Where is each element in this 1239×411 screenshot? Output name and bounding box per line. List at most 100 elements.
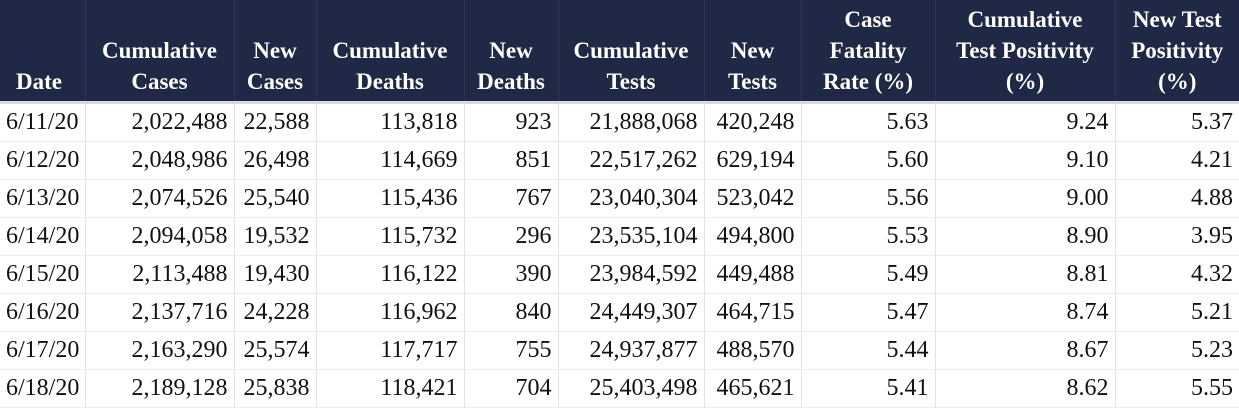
column-header-new-cases: New Cases bbox=[234, 0, 317, 101]
cell-date: 6/11/20 bbox=[0, 104, 86, 142]
cell-new-cases: 25,574 bbox=[234, 331, 317, 370]
cell-new-deaths: 704 bbox=[464, 369, 559, 408]
cell-cumulative-tests: 24,937,877 bbox=[558, 331, 705, 370]
cell-case-fatality-rate: 5.60 bbox=[801, 141, 936, 180]
cell-new-tests: 523,042 bbox=[704, 179, 802, 218]
header-row: Date Cumulative Cases New Cases Cumulative Dea… bbox=[0, 0, 1239, 101]
column-header-line: Cumulative bbox=[102, 38, 217, 63]
cell-cumulative-deaths: 113,818 bbox=[316, 104, 465, 142]
cell-cumulative-deaths: 117,717 bbox=[316, 331, 465, 370]
cell-cumulative-tests: 24,449,307 bbox=[558, 293, 705, 332]
cell-date: 6/12/20 bbox=[0, 141, 86, 180]
column-header-line: Date bbox=[16, 69, 62, 94]
column-header-cumulative-tests: Cumulative Tests bbox=[558, 0, 705, 101]
cell-cumulative-tests: 23,535,104 bbox=[558, 217, 705, 256]
table-row: 6/16/20 2,137,716 24,228 116,962 840 24,449,3… bbox=[0, 293, 1239, 332]
cell-new-deaths: 923 bbox=[464, 104, 559, 142]
column-header-cumulative-test-positivity: Cumulative Test Positivity (%) bbox=[935, 0, 1116, 101]
cell-date: 6/17/20 bbox=[0, 331, 86, 370]
column-header-line: Tests bbox=[728, 69, 777, 94]
column-header-new-deaths: New Deaths bbox=[464, 0, 559, 101]
cell-cumulative-test-positivity: 8.90 bbox=[935, 217, 1116, 256]
cell-cumulative-tests: 21,888,068 bbox=[558, 104, 705, 142]
column-header-line: Cases bbox=[246, 69, 304, 94]
cell-new-test-positivity: 5.37 bbox=[1115, 104, 1239, 142]
cell-date: 6/14/20 bbox=[0, 217, 86, 256]
column-header-line: Cases bbox=[131, 69, 188, 94]
cell-cumulative-tests: 23,040,304 bbox=[558, 179, 705, 218]
column-header-line: New bbox=[253, 38, 297, 63]
column-header-line: Deaths bbox=[356, 69, 424, 94]
cell-cumulative-deaths: 114,669 bbox=[316, 141, 465, 180]
cell-cumulative-test-positivity: 9.10 bbox=[935, 141, 1116, 180]
column-header-line: Cumulative bbox=[332, 38, 448, 63]
cell-new-tests: 465,621 bbox=[704, 369, 802, 408]
cell-new-deaths: 390 bbox=[464, 255, 559, 294]
table-row: 6/18/20 2,189,128 25,838 118,421 704 25,403,4… bbox=[0, 369, 1239, 408]
cell-new-test-positivity: 5.21 bbox=[1115, 293, 1239, 332]
cell-new-test-positivity: 5.55 bbox=[1115, 369, 1239, 408]
cell-cumulative-deaths: 115,436 bbox=[316, 179, 465, 218]
cell-new-tests: 420,248 bbox=[704, 104, 802, 142]
column-header-line: Case bbox=[844, 7, 892, 32]
column-header-line: (%) bbox=[1005, 69, 1045, 94]
column-header-line: Cumulative bbox=[967, 7, 1083, 32]
cell-date: 6/15/20 bbox=[0, 255, 86, 294]
column-header-line: Rate (%) bbox=[822, 69, 914, 94]
cell-new-tests: 629,194 bbox=[704, 141, 802, 180]
column-header-case-fatality-rate: Case Fatality Rate (%) bbox=[801, 0, 936, 101]
cell-new-test-positivity: 4.21 bbox=[1115, 141, 1239, 180]
cell-cumulative-cases: 2,048,986 bbox=[85, 141, 235, 180]
column-header-cumulative-cases: Cumulative Cases bbox=[85, 0, 235, 101]
cell-new-deaths: 296 bbox=[464, 217, 559, 256]
cell-cumulative-deaths: 116,962 bbox=[316, 293, 465, 332]
cell-new-cases: 25,838 bbox=[234, 369, 317, 408]
cell-date: 6/18/20 bbox=[0, 369, 86, 408]
column-header-line: Deaths bbox=[477, 69, 545, 94]
column-header-new-test-positivity: New Test Positivity (%) bbox=[1115, 0, 1239, 101]
column-header-line: (%) bbox=[1158, 69, 1197, 94]
cell-cumulative-deaths: 115,732 bbox=[316, 217, 465, 256]
table-row: 6/13/20 2,074,526 25,540 115,436 767 23,040,3… bbox=[0, 179, 1239, 218]
cell-cumulative-cases: 2,113,488 bbox=[85, 255, 235, 294]
covid-stats-table: Date Cumulative Cases New Cases Cumulative Dea… bbox=[0, 0, 1239, 408]
cell-case-fatality-rate: 5.53 bbox=[801, 217, 936, 256]
column-header-line: Tests bbox=[606, 69, 656, 94]
cell-cumulative-test-positivity: 8.67 bbox=[935, 331, 1116, 370]
cell-new-cases: 19,430 bbox=[234, 255, 317, 294]
cell-cumulative-tests: 23,984,592 bbox=[558, 255, 705, 294]
cell-case-fatality-rate: 5.44 bbox=[801, 331, 936, 370]
cell-new-deaths: 851 bbox=[464, 141, 559, 180]
cell-cumulative-test-positivity: 9.00 bbox=[935, 179, 1116, 218]
table-row: 6/12/20 2,048,986 26,498 114,669 851 22,517,2… bbox=[0, 141, 1239, 180]
cell-cumulative-tests: 25,403,498 bbox=[558, 369, 705, 408]
cell-new-tests: 488,570 bbox=[704, 331, 802, 370]
cell-case-fatality-rate: 5.56 bbox=[801, 179, 936, 218]
cell-cumulative-cases: 2,189,128 bbox=[85, 369, 235, 408]
table-row: 6/11/20 2,022,488 22,588 113,818 923 21,888,0… bbox=[0, 104, 1239, 142]
cell-new-tests: 464,715 bbox=[704, 293, 802, 332]
column-header-date: Date bbox=[0, 0, 86, 101]
cell-cumulative-deaths: 116,122 bbox=[316, 255, 465, 294]
cell-new-cases: 26,498 bbox=[234, 141, 317, 180]
cell-cumulative-deaths: 118,421 bbox=[316, 369, 465, 408]
cell-case-fatality-rate: 5.41 bbox=[801, 369, 936, 408]
cell-new-deaths: 840 bbox=[464, 293, 559, 332]
cell-new-tests: 449,488 bbox=[704, 255, 802, 294]
cell-new-deaths: 767 bbox=[464, 179, 559, 218]
cell-date: 6/16/20 bbox=[0, 293, 86, 332]
cell-new-test-positivity: 5.23 bbox=[1115, 331, 1239, 370]
column-header-new-tests: New Tests bbox=[704, 0, 802, 101]
table-row: 6/14/20 2,094,058 19,532 115,732 296 23,535,1… bbox=[0, 217, 1239, 256]
cell-new-cases: 22,588 bbox=[234, 104, 317, 142]
cell-case-fatality-rate: 5.49 bbox=[801, 255, 936, 294]
cell-cumulative-test-positivity: 8.74 bbox=[935, 293, 1116, 332]
cell-new-test-positivity: 3.95 bbox=[1115, 217, 1239, 256]
cell-new-test-positivity: 4.32 bbox=[1115, 255, 1239, 294]
cell-case-fatality-rate: 5.47 bbox=[801, 293, 936, 332]
cell-cumulative-test-positivity: 8.81 bbox=[935, 255, 1116, 294]
column-header-line: New bbox=[489, 38, 533, 63]
cell-new-cases: 19,532 bbox=[234, 217, 317, 256]
cell-case-fatality-rate: 5.63 bbox=[801, 104, 936, 142]
cell-cumulative-tests: 22,517,262 bbox=[558, 141, 705, 180]
